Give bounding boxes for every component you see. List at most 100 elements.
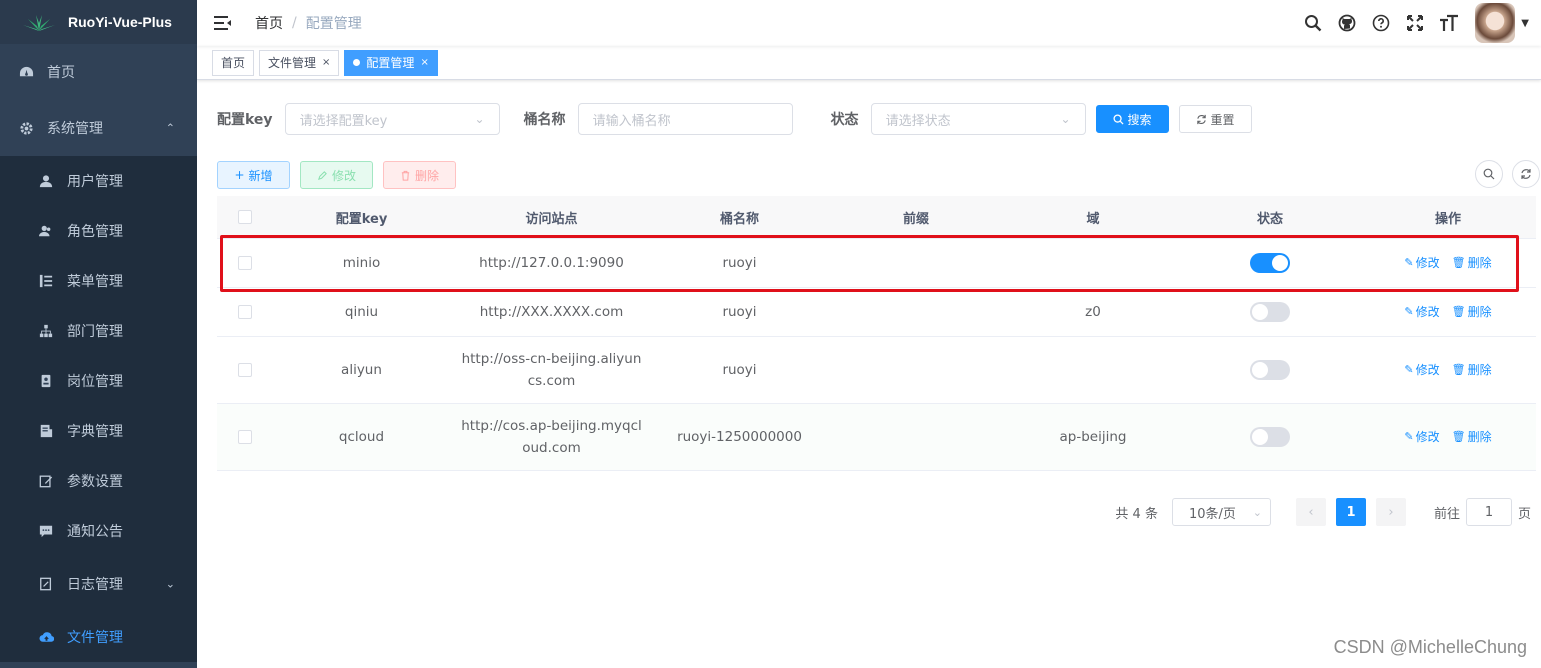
toggle-search-button[interactable] <box>1475 160 1503 188</box>
cell-config-key: qcloud <box>338 429 385 445</box>
reset-button[interactable]: 重置 <box>1178 105 1252 133</box>
upload-icon <box>38 629 54 645</box>
sidebar-item-config[interactable]: 参数设置 <box>0 456 197 506</box>
breadcrumb-home[interactable]: 首页 <box>255 13 283 33</box>
cell-ops: ✎ 修改 🗑 删除 <box>1360 252 1536 274</box>
row-delete-link[interactable]: 🗑 删除 <box>1452 359 1492 381</box>
row-checkbox[interactable] <box>238 363 252 377</box>
goto-page-input[interactable]: 1 <box>1465 498 1512 526</box>
tag-file-management[interactable]: 文件管理 × <box>259 49 340 76</box>
prev-page-button[interactable]: ‹ <box>1295 498 1326 526</box>
sidebar-item-dict[interactable]: 字典管理 <box>0 406 197 456</box>
header-ops: 操作 <box>1434 211 1461 227</box>
status-switch[interactable] <box>1250 427 1290 447</box>
sidebar-item-notice[interactable]: 通知公告 <box>0 506 197 556</box>
close-icon[interactable]: × <box>322 51 330 75</box>
config-key-select[interactable]: 请选择配置key ⌄ <box>284 103 500 135</box>
cell-ops: ✎ 修改 🗑 删除 <box>1360 426 1536 448</box>
header-prefix: 前缀 <box>902 211 929 227</box>
sidebar-item-depts[interactable]: 部门管理 <box>0 306 197 356</box>
close-icon[interactable]: × <box>420 51 428 75</box>
cell-domain: z0 <box>1085 304 1101 320</box>
page-size-value: 10条/页 <box>1188 506 1236 522</box>
row-delete-link[interactable]: 🗑 删除 <box>1452 426 1492 448</box>
chevron-down-icon: ⌄ <box>165 577 175 591</box>
sidebar-item-system[interactable]: 系统管理 ⌃ <box>0 100 197 156</box>
sidebar-item-files[interactable]: 文件管理 <box>0 612 197 662</box>
edit-icon: ✎ <box>1404 430 1414 443</box>
bucket-name-input[interactable]: 请输入桶名称 <box>577 103 793 135</box>
tag-home[interactable]: 首页 <box>212 49 255 76</box>
status-switch[interactable] <box>1250 302 1290 322</box>
row-edit-link[interactable]: ✎ 修改 <box>1404 301 1439 323</box>
table-header: 配置key 访问站点 桶名称 前缀 域 状态 操作 <box>217 196 1536 239</box>
status-switch[interactable] <box>1250 253 1290 273</box>
sidebar-item-users[interactable]: 用户管理 <box>0 156 197 206</box>
row-checkbox[interactable] <box>238 305 252 319</box>
table-row[interactable]: qiniu http://XXX.XXXX.com ruoyi z0 ✎ 修改 🗑… <box>217 288 1536 337</box>
help-question-icon[interactable] <box>1371 13 1391 33</box>
delete-button[interactable]: 删除 <box>383 161 456 189</box>
search-icon[interactable] <box>1303 13 1323 33</box>
sidebar: RuoYi-Vue-Plus 首页 系统管理 ⌃ 用户管理 角色管理 菜单管理 … <box>0 0 197 668</box>
cell-site: http://cos.ap-beijing.myqcloud.com <box>461 418 642 456</box>
cell-config-key: aliyun <box>341 362 382 378</box>
sidebar-item-label: 菜单管理 <box>67 274 123 290</box>
tree-table-icon <box>38 273 54 289</box>
table-row[interactable]: minio http://127.0.0.1:9090 ruoyi ✎ 修改 🗑 删… <box>217 239 1536 288</box>
table-row[interactable]: aliyun http://oss-cn-beijing.aliyuncs.co… <box>217 337 1536 404</box>
cell-ops: ✎ 修改 🗑 删除 <box>1360 359 1536 381</box>
cell-bucket: ruoyi <box>722 304 757 320</box>
sidebar-item-roles[interactable]: 角色管理 <box>0 206 197 256</box>
sidebar-item-log[interactable]: 日志管理 ⌄ <box>0 556 197 612</box>
sidebar-item-label: 通知公告 <box>67 524 123 540</box>
row-edit-link[interactable]: ✎ 修改 <box>1404 426 1439 448</box>
main-area: 首页 / 配置管理 ▼ 首页 文件管理 × 配置管理 × 配置key 请选择配置… <box>197 0 1541 668</box>
row-delete-link[interactable]: 🗑 删除 <box>1452 252 1492 274</box>
search-button[interactable]: 搜索 <box>1095 105 1169 133</box>
row-checkbox[interactable] <box>238 256 252 270</box>
sidebar-item-label: 首页 <box>47 65 75 81</box>
tag-config-management[interactable]: 配置管理 × <box>344 49 438 76</box>
log-icon <box>38 576 54 592</box>
header-actions: ▼ <box>1289 0 1529 46</box>
row-delete-link[interactable]: 🗑 删除 <box>1452 301 1492 323</box>
chevron-down-icon: ⌄ <box>1060 112 1071 126</box>
sidebar-item-label: 日志管理 <box>67 577 123 593</box>
avatar[interactable] <box>1475 3 1516 43</box>
table-row[interactable]: qcloud http://cos.ap-beijing.myqcloud.co… <box>217 404 1536 471</box>
sidebar-item-menus[interactable]: 菜单管理 <box>0 256 197 306</box>
next-page-button[interactable]: › <box>1375 498 1406 526</box>
github-icon[interactable] <box>1337 13 1357 33</box>
row-edit-link[interactable]: ✎ 修改 <box>1404 359 1439 381</box>
row-delete-label: 删除 <box>1467 305 1492 319</box>
bucket-name-placeholder: 请输入桶名称 <box>592 113 671 129</box>
cell-status <box>1180 253 1360 273</box>
sidebar-item-posts[interactable]: 岗位管理 <box>0 356 197 406</box>
watermark: CSDN @MichelleChung <box>1333 637 1527 657</box>
row-delete-label: 删除 <box>1467 363 1492 377</box>
status-switch[interactable] <box>1250 360 1290 380</box>
page-number-current[interactable]: 1 <box>1335 498 1366 526</box>
logo-text: RuoYi-Vue-Plus <box>68 14 172 30</box>
fullscreen-icon[interactable] <box>1405 13 1425 33</box>
dict-icon <box>38 423 54 439</box>
refresh-table-button[interactable] <box>1512 160 1540 188</box>
chevron-right-icon: › <box>1388 504 1394 520</box>
page-size-select[interactable]: 10条/页 ⌄ <box>1171 498 1271 526</box>
content: 配置key 请选择配置key ⌄ 桶名称 请输入桶名称 状态 请选择状态 ⌄ 搜… <box>197 80 1541 192</box>
edit-button[interactable]: 修改 <box>300 161 373 189</box>
status-select[interactable]: 请选择状态 ⌄ <box>870 103 1086 135</box>
row-edit-link[interactable]: ✎ 修改 <box>1404 252 1439 274</box>
add-button[interactable]: + 新增 <box>217 161 290 189</box>
sidebar-item-home[interactable]: 首页 <box>0 44 197 100</box>
cell-bucket: ruoyi-1250000000 <box>677 429 802 445</box>
font-size-icon[interactable] <box>1439 13 1459 33</box>
row-checkbox[interactable] <box>238 430 252 444</box>
select-all-checkbox[interactable] <box>238 210 252 224</box>
caret-down-icon[interactable]: ▼ <box>1521 18 1529 29</box>
chevron-down-icon: ⌄ <box>474 112 485 126</box>
goto-suffix: 页 <box>1517 506 1531 522</box>
logo[interactable]: RuoYi-Vue-Plus <box>0 0 197 44</box>
hamburger-icon[interactable] <box>213 13 233 33</box>
